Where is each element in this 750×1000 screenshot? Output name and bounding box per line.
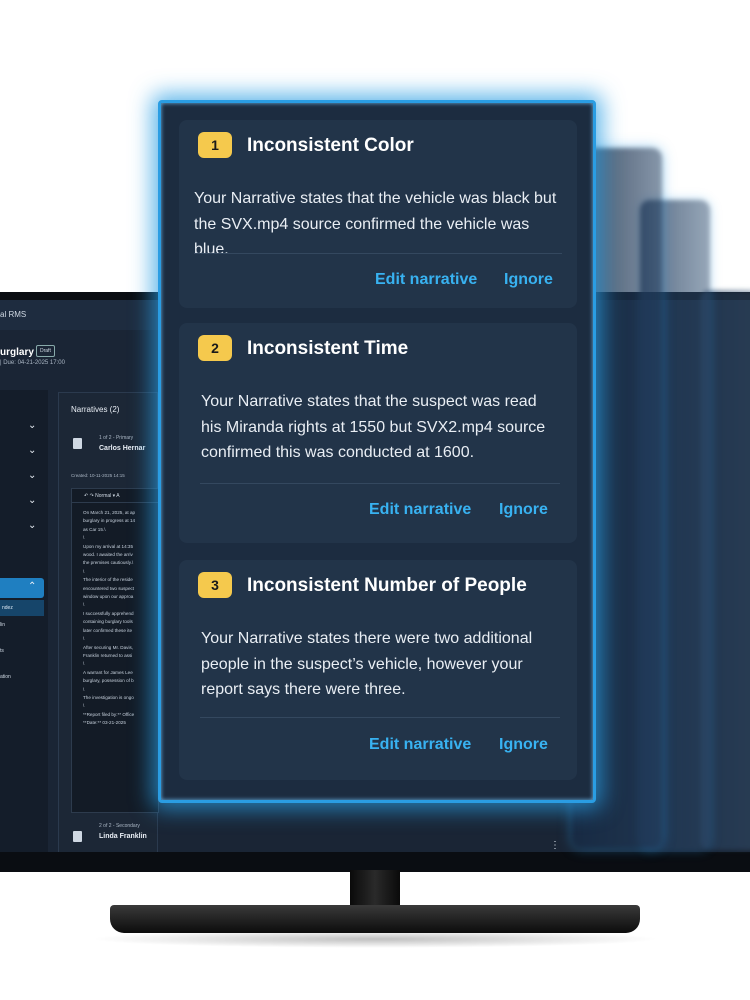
app-title: al RMS <box>0 310 27 319</box>
case-title: urglary <box>0 347 34 358</box>
sidebar-subitem[interactable]: lin <box>0 622 5 628</box>
sidebar-subitem-active[interactable]: ndez <box>0 600 44 616</box>
narrative-text[interactable]: On March 21, 2025, at ap burglary in pro… <box>72 503 158 728</box>
narratives-header: Narratives (2) <box>71 405 120 414</box>
editor-toolbar[interactable]: ↶ ↷ Normal ▾ A <box>72 489 158 503</box>
alert-description: Your Narrative states that the vehicle w… <box>194 190 557 258</box>
narrative-author[interactable]: Carlos Hernar <box>99 445 145 452</box>
divider <box>200 717 560 718</box>
chevron-down-icon[interactable]: ⌄ <box>28 445 36 456</box>
alert-number-badge: 1 <box>198 132 232 158</box>
sidebar-item[interactable]: ation <box>0 674 11 680</box>
alert-description: Your Narrative states that the suspect w… <box>201 393 546 461</box>
narrative-meta: 1 of 2 - Primary <box>99 435 134 441</box>
inconsistency-alerts-panel: 1 Inconsistent Color Your Narrative stat… <box>158 100 596 803</box>
monitor-stand-base <box>110 905 640 933</box>
narrative-author: Linda Franklin <box>99 833 147 840</box>
alert-title: Inconsistent Color <box>247 135 414 156</box>
narrative-editor[interactable]: ↶ ↷ Normal ▾ A On March 21, 2025, at ap … <box>71 488 159 813</box>
alert-title: Inconsistent Number of People <box>247 575 527 596</box>
more-vertical-icon[interactable]: ⋮ <box>550 840 560 851</box>
ignore-button[interactable]: Ignore <box>499 501 548 519</box>
app-title-bar: al RMS <box>0 300 165 330</box>
narratives-panel: Narratives (2) 1 of 2 - Primary Carlos H… <box>58 392 159 852</box>
document-icon <box>73 438 82 449</box>
ignore-button[interactable]: Ignore <box>504 271 553 289</box>
sidebar: ⌄ ⌄ ⌄ ⌄ ⌄ <box>0 390 48 852</box>
alert-description: Your Narrative states there were two add… <box>201 630 533 698</box>
sidebar-item[interactable]: ts <box>0 648 4 654</box>
edit-narrative-button[interactable]: Edit narrative <box>369 736 471 754</box>
alert-title: Inconsistent Time <box>247 338 409 359</box>
alert-card: 2 Inconsistent Time Your Narrative state… <box>179 323 577 543</box>
divider <box>194 253 562 254</box>
document-icon <box>73 831 82 842</box>
created-timestamp: Created: 10-11-2025 14:15 <box>71 473 125 478</box>
chevron-down-icon[interactable]: ⌄ <box>28 495 36 506</box>
due-date: | Due: 04-21-2025 17:00 <box>0 360 65 366</box>
alert-card: 3 Inconsistent Number of People Your Nar… <box>179 560 577 780</box>
narrative-meta: 2 of 2 - Secondary <box>99 823 140 829</box>
edit-narrative-button[interactable]: Edit narrative <box>375 271 477 289</box>
status-badge: Draft <box>36 345 55 357</box>
chevron-down-icon[interactable]: ⌄ <box>28 470 36 481</box>
divider <box>200 483 560 484</box>
alert-number-badge: 3 <box>198 572 232 598</box>
ignore-button[interactable]: Ignore <box>499 736 548 754</box>
edit-narrative-button[interactable]: Edit narrative <box>369 501 471 519</box>
chevron-up-icon[interactable]: ⌃ <box>28 581 36 592</box>
chevron-down-icon[interactable]: ⌄ <box>28 420 36 431</box>
chevron-down-icon[interactable]: ⌄ <box>28 520 36 531</box>
alert-card: 1 Inconsistent Color Your Narrative stat… <box>179 120 577 308</box>
alert-number-badge: 2 <box>198 335 232 361</box>
sidebar-item-active[interactable]: ⌃ <box>0 578 44 598</box>
